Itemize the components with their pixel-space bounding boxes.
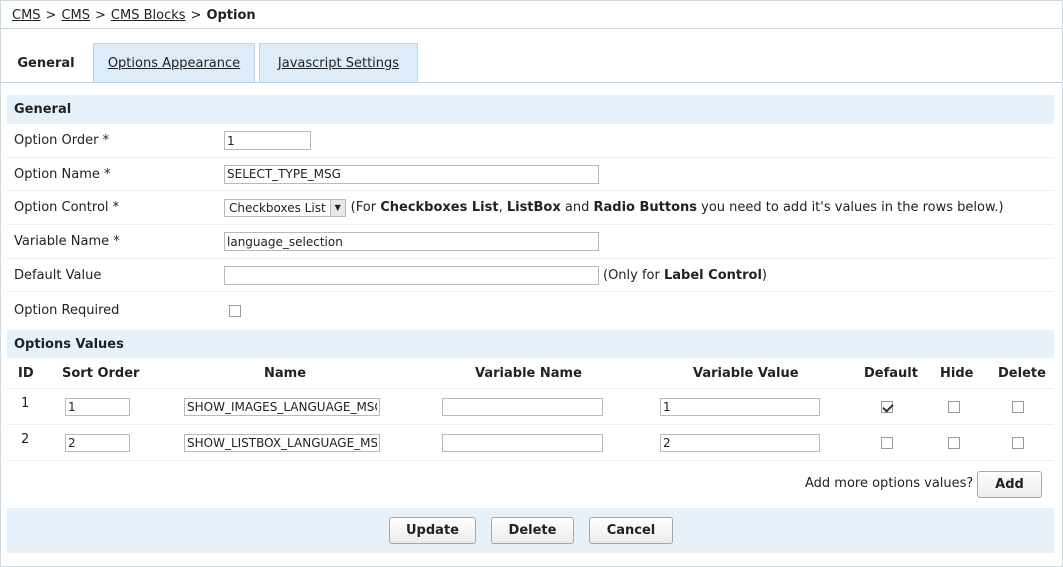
- breadcrumb-separator: >: [45, 8, 57, 23]
- option-control-hint: (For Checkboxes List, ListBox and Radio …: [350, 200, 1004, 215]
- option-name-input[interactable]: [224, 164, 599, 184]
- hide-checkbox[interactable]: [948, 400, 960, 413]
- column-header-sort-order: Sort Order: [62, 365, 140, 381]
- default-checkbox[interactable]: [881, 400, 893, 413]
- breadcrumb-link-cms-2[interactable]: CMS: [61, 8, 90, 23]
- sort-order-input[interactable]: [65, 397, 130, 416]
- column-header-id: ID: [18, 365, 34, 381]
- option-order-input[interactable]: [224, 131, 311, 150]
- option-control-selected: Checkboxes List: [229, 200, 326, 215]
- tab-general[interactable]: General: [3, 43, 89, 83]
- option-variable-value-input[interactable]: [660, 397, 820, 416]
- column-header-variable-value: Variable Value: [693, 365, 799, 381]
- breadcrumb-link-cms[interactable]: CMS: [12, 8, 41, 23]
- option-control-select[interactable]: Checkboxes List ▼: [224, 198, 346, 217]
- column-header-variable-name: Variable Name: [475, 365, 582, 381]
- column-header-name: Name: [264, 365, 307, 381]
- add-more-prompt: Add more options values?: [805, 476, 974, 491]
- option-variable-value-input[interactable]: [660, 433, 820, 452]
- default-value-hint: (Only for Label Control): [603, 267, 767, 283]
- column-header-hide: Hide: [940, 365, 974, 381]
- breadcrumb-link-cms-blocks[interactable]: CMS Blocks: [111, 8, 186, 23]
- breadcrumb-separator: >: [190, 8, 202, 23]
- row-id: 1: [21, 396, 30, 411]
- default-checkbox[interactable]: [881, 436, 893, 449]
- row-option-required: Option Required: [7, 292, 1054, 329]
- breadcrumb: CMS > CMS > CMS Blocks > Option: [12, 8, 256, 23]
- tab-divider: [0, 82, 1063, 83]
- column-header-default: Default: [864, 365, 918, 381]
- option-value-name-input[interactable]: [184, 433, 380, 452]
- row-variable-name: Variable Name *: [7, 225, 1054, 259]
- delete-checkbox[interactable]: [1012, 400, 1024, 413]
- option-value-name-input[interactable]: [184, 397, 380, 416]
- delete-checkbox[interactable]: [1012, 436, 1024, 449]
- option-required-label: Option Required: [14, 303, 120, 318]
- table-row: 2: [7, 425, 1054, 461]
- breadcrumb-divider: [0, 28, 1063, 29]
- tab-javascript-settings[interactable]: Javascript Settings: [259, 43, 418, 83]
- section-heading-general: General: [7, 95, 1054, 124]
- table-row: 1: [7, 389, 1054, 425]
- add-option-value-button[interactable]: Add: [977, 471, 1042, 498]
- variable-name-input[interactable]: [224, 232, 599, 251]
- chevron-down-icon[interactable]: ▼: [329, 199, 345, 216]
- option-required-checkbox[interactable]: [229, 304, 241, 317]
- tab-options-appearance[interactable]: Options Appearance: [93, 43, 255, 83]
- delete-button[interactable]: Delete: [491, 517, 574, 544]
- section-heading-options-values: Options Values: [7, 330, 1054, 358]
- default-value-label: Default Value: [14, 267, 102, 283]
- column-header-delete: Delete: [998, 365, 1046, 381]
- row-id: 2: [21, 432, 30, 447]
- default-value-input[interactable]: [224, 265, 599, 285]
- update-button[interactable]: Update: [389, 517, 476, 544]
- option-order-label: Option Order *: [14, 133, 110, 148]
- option-variable-name-input[interactable]: [442, 397, 603, 416]
- variable-name-label: Variable Name *: [14, 234, 120, 249]
- cancel-button[interactable]: Cancel: [589, 517, 673, 544]
- option-name-label: Option Name *: [14, 166, 111, 182]
- hide-checkbox[interactable]: [948, 436, 960, 449]
- row-default-value: Default Value (Only for Label Control): [7, 259, 1054, 292]
- option-variable-name-input[interactable]: [442, 433, 603, 452]
- breadcrumb-current: Option: [206, 8, 256, 23]
- row-option-order: Option Order *: [7, 124, 1054, 158]
- option-control-label: Option Control *: [14, 200, 120, 215]
- sort-order-input[interactable]: [65, 433, 130, 452]
- row-option-name: Option Name *: [7, 158, 1054, 191]
- row-option-control: Option Control * Checkboxes List ▼ (For C…: [7, 191, 1054, 225]
- tab-bar: General Options Appearance Javascript Se…: [0, 43, 1063, 83]
- breadcrumb-separator: >: [95, 8, 106, 23]
